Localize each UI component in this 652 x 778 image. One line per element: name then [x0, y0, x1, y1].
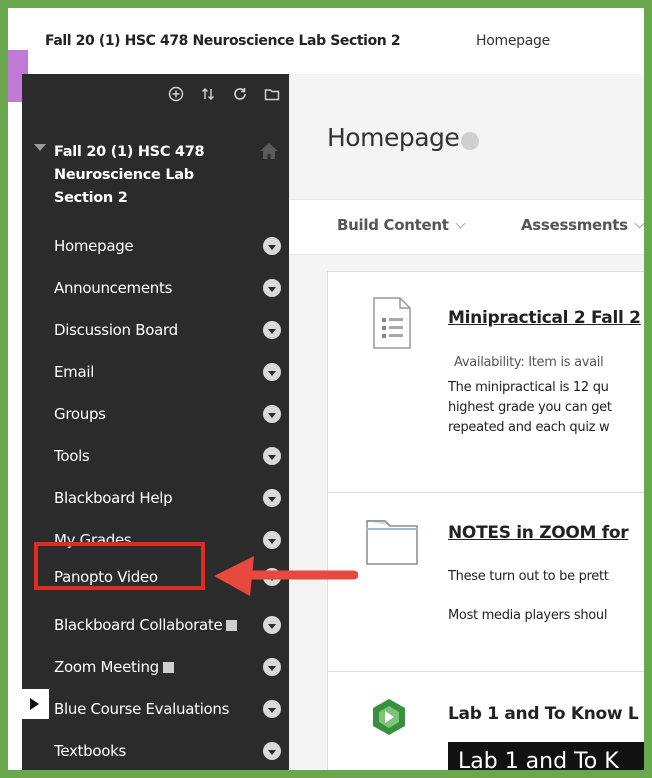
sidebar-item-label: Groups — [54, 405, 106, 423]
sidebar-item-zoom-meeting[interactable]: Zoom Meeting — [54, 652, 284, 682]
test-document-icon — [372, 296, 412, 355]
item-options-icon[interactable] — [263, 658, 281, 676]
sidebar-item-label: Announcements — [54, 279, 173, 297]
external-link-icon — [226, 619, 238, 631]
sidebar-item-announcements[interactable]: Announcements — [54, 273, 284, 303]
item-options-icon[interactable] — [263, 700, 281, 718]
breadcrumb-page[interactable]: Homepage — [476, 33, 550, 49]
reorder-icon[interactable] — [199, 86, 217, 104]
item-options-icon[interactable] — [263, 616, 281, 634]
assessments-menu[interactable]: Assessments — [521, 216, 644, 234]
sidebar-item-blue-course-evaluations[interactable]: Blue Course Evaluations — [54, 694, 284, 724]
description-line: highest grade you can get — [448, 400, 612, 415]
build-content-label: Build Content — [337, 216, 449, 234]
content-item-title[interactable]: Lab 1 and To Know L — [448, 704, 639, 724]
sidebar-item-groups[interactable]: Groups — [54, 399, 284, 429]
build-content-menu[interactable]: Build Content — [337, 216, 466, 234]
breadcrumb-course[interactable]: Fall 20 (1) HSC 478 Neuroscience Lab Sec… — [45, 33, 401, 49]
chevron-down-icon — [634, 218, 644, 229]
play-icon[interactable] — [19, 689, 49, 719]
sidebar-item-tools[interactable]: Tools — [54, 441, 284, 471]
video-thumbnail[interactable]: Lab 1 and To K — [448, 742, 644, 770]
annotation-arrow — [214, 556, 358, 596]
external-link-icon — [162, 661, 174, 673]
folder-icon — [364, 513, 420, 574]
refresh-icon[interactable] — [231, 86, 249, 104]
sidebar-item-label: Textbooks — [54, 742, 127, 760]
sidebar-item-label: Discussion Board — [54, 321, 178, 339]
content-item-title[interactable]: NOTES in ZOOM for — [448, 523, 629, 543]
item-options-icon[interactable] — [263, 237, 281, 255]
screenshot-frame: Fall 20 (1) HSC 478 Neuroscience Lab Sec… — [8, 8, 644, 770]
sidebar-item-textbooks[interactable]: Textbooks — [54, 736, 284, 766]
sidebar-item-label: Zoom Meeting — [54, 658, 159, 676]
description-line: Most media players shoul — [448, 608, 608, 623]
title-options-icon[interactable] — [461, 132, 479, 150]
chevron-down-icon — [455, 218, 466, 229]
sidebar-item-label: Blackboard Help — [54, 489, 173, 507]
sidebar-item-discussion-board[interactable]: Discussion Board — [54, 315, 284, 345]
folder-icon[interactable] — [263, 86, 281, 104]
sidebar-item-blackboard-help[interactable]: Blackboard Help — [54, 483, 284, 513]
description-line: The minipractical is 12 qu — [448, 380, 609, 395]
item-options-icon[interactable] — [263, 405, 281, 423]
add-icon[interactable] — [167, 86, 185, 104]
description-line: These turn out to be prett — [448, 569, 609, 584]
sidebar-item-label: Tools — [54, 447, 90, 465]
panopto-icon — [370, 698, 408, 741]
sidebar-item-label: Email — [54, 363, 95, 381]
item-options-icon[interactable] — [263, 363, 281, 381]
description-line: repeated and each quiz w — [448, 420, 610, 435]
sidebar-item-blackboard-collaborate[interactable]: Blackboard Collaborate — [54, 610, 284, 640]
item-options-icon[interactable] — [263, 742, 281, 760]
menu-toolbar — [167, 86, 281, 104]
sidebar-item-email[interactable]: Email — [54, 357, 284, 387]
highlight-box — [34, 542, 205, 590]
item-options-icon[interactable] — [263, 489, 281, 507]
page-title: Homepage — [327, 123, 460, 152]
breadcrumb: Fall 20 (1) HSC 478 Neuroscience Lab Sec… — [8, 8, 644, 75]
collapse-caret-icon[interactable] — [34, 144, 46, 151]
item-options-icon[interactable] — [263, 531, 281, 549]
action-bar: Build Content Assessments — [289, 199, 644, 255]
course-menu: Fall 20 (1) HSC 478 Neuroscience Lab Sec… — [22, 74, 289, 770]
content-item-title[interactable]: Minipractical 2 Fall 2 — [448, 308, 641, 328]
item-options-icon[interactable] — [263, 447, 281, 465]
sidebar-item-homepage[interactable]: Homepage — [54, 231, 284, 261]
menu-course-title: Fall 20 (1) HSC 478 Neuroscience Lab Sec… — [54, 144, 205, 206]
sidebar-item-label: Blue Course Evaluations — [54, 700, 230, 718]
item-options-icon[interactable] — [263, 321, 281, 339]
assessments-label: Assessments — [521, 216, 628, 234]
availability-text: Availability: Item is avail — [454, 355, 604, 370]
home-icon[interactable] — [259, 142, 279, 160]
item-options-icon[interactable] — [263, 279, 281, 297]
sidebar-item-label: Homepage — [54, 237, 134, 255]
sidebar-item-label: Blackboard Collaborate — [54, 616, 223, 634]
